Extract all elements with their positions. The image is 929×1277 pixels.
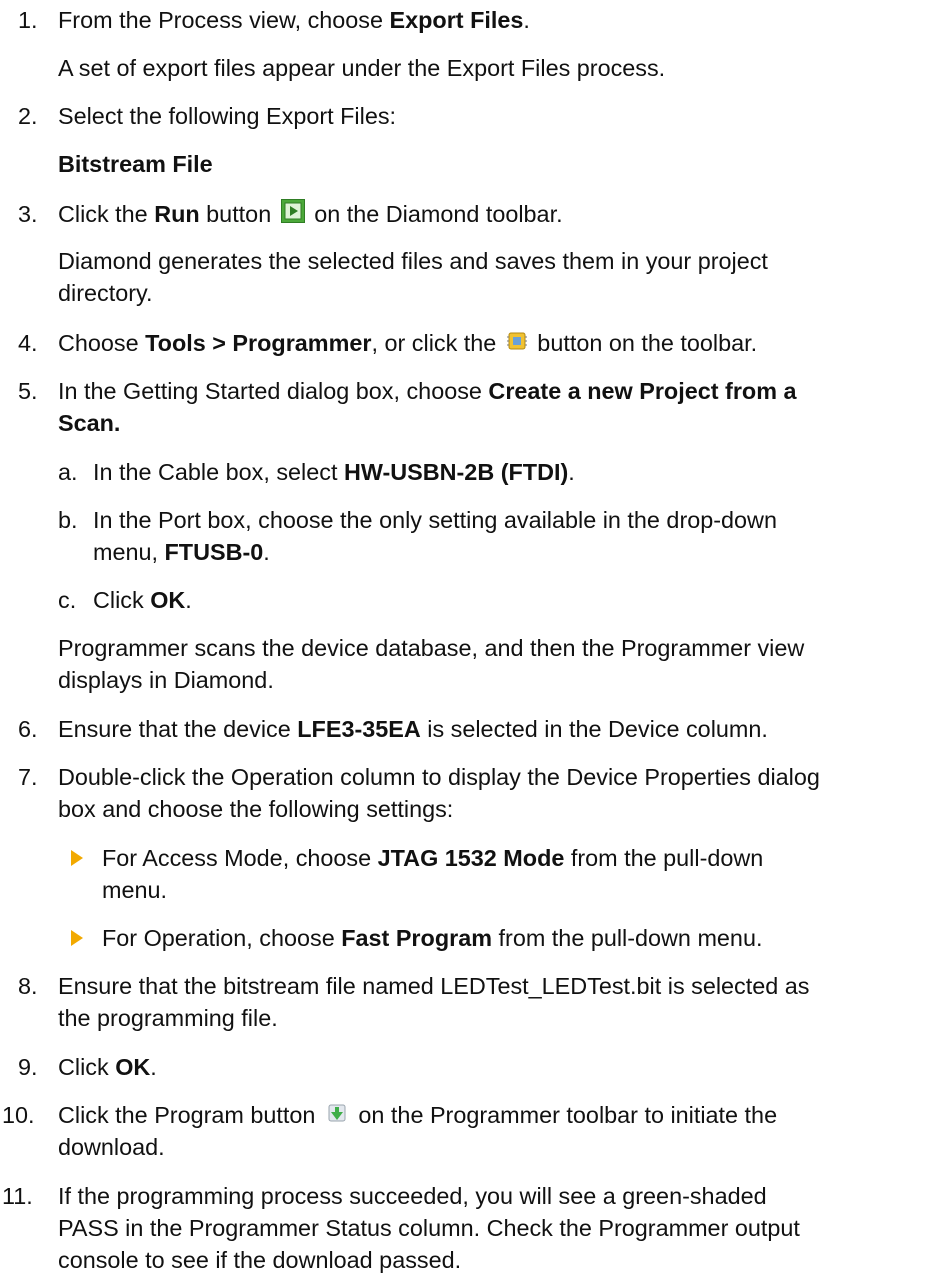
step-4-number: 4. (18, 330, 38, 356)
bullet-arrow-icon (71, 850, 83, 866)
step-5a-letter: a. (58, 459, 78, 485)
step-5-text-line2: Scan. (58, 410, 121, 436)
step-2-number: 2. (18, 103, 38, 129)
step-2-text: Select the following Export Files: (58, 103, 397, 129)
step-3-text: Click the Run button on the Diamond tool… (58, 198, 563, 232)
step-5b-text-line2: menu, FTUSB-0. (93, 539, 270, 565)
step-1-number: 1. (18, 7, 38, 33)
step-6-number: 6. (18, 716, 38, 742)
bullet-arrow-icon (71, 930, 83, 946)
step-1-result: A set of export files appear under the E… (58, 55, 666, 81)
step-5-result-line2: displays in Diamond. (58, 667, 274, 693)
step-8-text-line2: the programming file. (58, 1005, 278, 1031)
step-10-number: 10. (2, 1102, 35, 1128)
step-11-number: 11. (2, 1183, 33, 1209)
step-10-text-line1: Click the Program button on the Programm… (58, 1099, 777, 1133)
step-7-bullet-2: For Operation, choose Fast Program from … (102, 925, 763, 951)
step-4-text: Choose Tools > Programmer, or click the … (58, 327, 757, 361)
step-8-number: 8. (18, 973, 38, 999)
step-11-text-line3: console to see if the download passed. (58, 1247, 462, 1273)
step-5-number: 5. (18, 378, 38, 404)
step-9-text: Click OK. (58, 1054, 157, 1080)
step-5b-text-line1: In the Port box, choose the only setting… (93, 507, 777, 533)
step-5a-text: In the Cable box, select HW-USBN-2B (FTD… (93, 459, 575, 485)
program-download-icon (325, 1100, 349, 1133)
step-5b-letter: b. (58, 507, 78, 533)
step-6-text: Ensure that the device LFE3-35EA is sele… (58, 716, 768, 742)
step-7-number: 7. (18, 764, 38, 790)
step-9-number: 9. (18, 1054, 38, 1080)
step-11-text-line2: PASS in the Programmer Status column. Ch… (58, 1215, 800, 1241)
step-5-text-line1: In the Getting Started dialog box, choos… (58, 378, 797, 404)
step-3-result-line1: Diamond generates the selected files and… (58, 248, 768, 274)
step-1-text: From the Process view, choose Export Fil… (58, 7, 530, 33)
step-7-text-line1: Double-click the Operation column to dis… (58, 764, 820, 790)
programmer-chip-icon (506, 328, 528, 361)
step-2-item: Bitstream File (58, 151, 213, 177)
step-3-result-line2: directory. (58, 280, 153, 306)
run-button-icon (280, 199, 305, 232)
step-8-text-line1: Ensure that the bitstream file named LED… (58, 973, 810, 999)
step-5c-text: Click OK. (93, 587, 192, 613)
step-10-text-line2: download. (58, 1134, 165, 1160)
step-7-bullet-1-line1: For Access Mode, choose JTAG 1532 Mode f… (102, 845, 764, 871)
step-7-text-line2: box and choose the following settings: (58, 796, 454, 822)
step-3-number: 3. (18, 201, 38, 227)
step-7-bullet-1-line2: menu. (102, 877, 168, 903)
step-11-text-line1: If the programming process succeeded, yo… (58, 1183, 767, 1209)
step-5c-letter: c. (58, 587, 77, 613)
step-5-result-line1: Programmer scans the device database, an… (58, 635, 805, 661)
